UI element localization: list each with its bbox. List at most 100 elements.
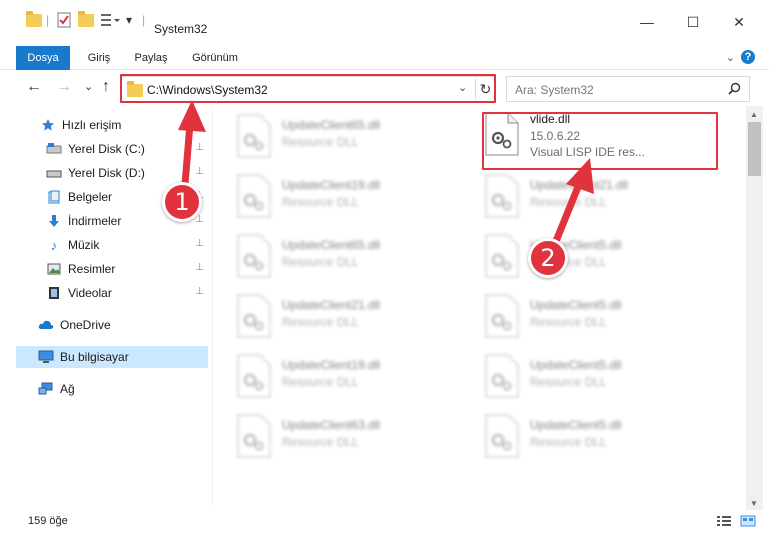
- forward-button[interactable]: →: [56, 78, 72, 96]
- properties-icon[interactable]: [56, 10, 72, 30]
- dll-file-icon: [236, 174, 272, 218]
- file-name: UpdateClient21.dll: [530, 178, 629, 192]
- file-name: UpdateClient5.dll: [530, 358, 622, 372]
- list-item[interactable]: UpdateClient21.dll Resource DLL: [222, 290, 458, 344]
- up-button[interactable]: ↑: [102, 78, 110, 96]
- pane-divider[interactable]: [212, 106, 213, 506]
- search-input[interactable]: Ara: System32: [515, 83, 594, 97]
- computer-icon: [38, 350, 54, 364]
- quick-access-dropdown-icon[interactable]: ▾: [126, 10, 132, 30]
- file-type: Resource DLL: [282, 255, 359, 269]
- sidebar-item-label: OneDrive: [60, 318, 111, 332]
- dll-file-icon: [484, 294, 520, 338]
- file-type: Resource DLL: [282, 375, 359, 389]
- cloud-icon: [38, 318, 54, 332]
- file-highlight-box: [482, 112, 718, 170]
- tab-file[interactable]: Dosya: [16, 46, 70, 70]
- back-button[interactable]: ←: [26, 78, 42, 96]
- sidebar-item-label: Resimler: [68, 262, 116, 276]
- file-name: UpdateClient19.dll: [282, 358, 381, 372]
- title-bar: | ▾ | System32 — ☐ ✕: [0, 0, 769, 40]
- vertical-scrollbar[interactable]: ▲ ▼: [746, 106, 763, 510]
- tab-share[interactable]: Paylaş: [128, 46, 174, 70]
- customize-toolbar-icon[interactable]: [100, 10, 122, 30]
- star-icon: [40, 118, 56, 132]
- scroll-up-icon[interactable]: ▲: [750, 110, 758, 119]
- tab-view[interactable]: Görünüm: [184, 46, 246, 70]
- list-item[interactable]: UpdateClient63.dll Resource DLL: [222, 410, 458, 464]
- file-type: Resource DLL: [530, 315, 607, 329]
- sidebar-item-label: Ağ: [60, 382, 75, 396]
- sidebar-item-pictures[interactable]: Resimler ⊥: [46, 258, 208, 280]
- sidebar-item-label: Yerel Disk (D:): [68, 166, 145, 180]
- documents-icon: [46, 190, 62, 204]
- pin-icon[interactable]: ⊥: [195, 238, 204, 249]
- list-item[interactable]: UpdateClient65.dll Resource DLL: [222, 230, 458, 284]
- scroll-down-icon[interactable]: ▼: [750, 499, 758, 508]
- sidebar-item-this-pc[interactable]: Bu bilgisayar: [16, 346, 208, 368]
- videos-icon: [46, 286, 62, 300]
- sidebar-item-videos[interactable]: Videolar ⊥: [46, 282, 208, 304]
- search-icon: [728, 82, 741, 98]
- file-type: Resource DLL: [282, 435, 359, 449]
- pin-icon[interactable]: ⊥: [195, 166, 204, 177]
- file-name: UpdateClient5.dll: [530, 298, 622, 312]
- tab-home[interactable]: Giriş: [78, 46, 120, 70]
- file-type: Resource DLL: [530, 195, 607, 209]
- list-item[interactable]: UpdateClient5.dll Resource DLL: [470, 290, 706, 344]
- sidebar-item-drive-c[interactable]: Yerel Disk (C:) ⊥: [46, 138, 208, 160]
- file-name: UpdateClient65.dll: [282, 238, 381, 252]
- sidebar-item-music[interactable]: ♪ Müzik ⊥: [46, 234, 208, 256]
- sidebar-item-quick-access[interactable]: Hızlı erişim: [40, 114, 208, 136]
- dll-file-icon: [236, 234, 272, 278]
- file-type: Resource DLL: [530, 375, 607, 389]
- file-name: UpdateClient65.dll: [282, 118, 381, 132]
- sidebar-item-network[interactable]: Ağ: [38, 378, 208, 400]
- help-icon[interactable]: ?: [741, 50, 755, 64]
- pin-icon[interactable]: ⊥: [195, 286, 204, 297]
- file-type: Resource DLL: [282, 315, 359, 329]
- toolbar-separator: |: [46, 13, 50, 27]
- folder-icon: [26, 10, 42, 30]
- list-item[interactable]: UpdateClient5.dll Resource DLL: [470, 230, 706, 284]
- new-folder-icon[interactable]: [78, 10, 94, 30]
- pin-icon[interactable]: ⊥: [195, 142, 204, 153]
- dll-file-icon: [484, 234, 520, 278]
- details-view-icon[interactable]: [716, 515, 732, 527]
- file-type: Resource DLL: [282, 135, 359, 149]
- sidebar-item-label: Yerel Disk (C:): [68, 142, 145, 156]
- navigation-bar: ← → ⌄ ↑ C:\Windows\System32 ⌄ ↻ Ara: Sys…: [0, 72, 769, 104]
- list-item[interactable]: UpdateClient19.dll Resource DLL: [222, 350, 458, 404]
- file-name: UpdateClient21.dll: [282, 298, 381, 312]
- ribbon-collapse-icon[interactable]: ⌄: [726, 51, 735, 64]
- search-box[interactable]: Ara: System32: [506, 76, 750, 102]
- ribbon-tabs: Dosya Giriş Paylaş Görünüm ⌄ ?: [0, 46, 769, 70]
- list-item[interactable]: UpdateClient5.dll Resource DLL: [470, 350, 706, 404]
- dll-file-icon: [236, 294, 272, 338]
- list-item[interactable]: UpdateClient5.dll Resource DLL: [470, 410, 706, 464]
- sidebar-item-label: Bu bilgisayar: [60, 350, 129, 364]
- list-item[interactable]: UpdateClient21.dll Resource DLL: [470, 170, 706, 224]
- minimize-button[interactable]: —: [624, 14, 670, 42]
- sidebar-item-label: Belgeler: [68, 190, 113, 204]
- sidebar-item-onedrive[interactable]: OneDrive: [38, 314, 208, 336]
- item-count: 159 öğe: [28, 515, 68, 527]
- close-button[interactable]: ✕: [716, 14, 762, 42]
- network-icon: [38, 382, 54, 396]
- address-highlight-box: [120, 74, 496, 103]
- dll-file-icon: [236, 114, 272, 158]
- large-icons-view-icon[interactable]: [740, 515, 756, 527]
- dll-file-icon: [484, 414, 520, 458]
- maximize-button[interactable]: ☐: [670, 14, 716, 42]
- sidebar-item-drive-d[interactable]: Yerel Disk (D:) ⊥: [46, 162, 208, 184]
- scroll-thumb[interactable]: [748, 122, 761, 176]
- file-type: Resource DLL: [282, 195, 359, 209]
- list-item[interactable]: UpdateClient65.dll Resource DLL: [222, 110, 458, 164]
- dll-file-icon: [484, 354, 520, 398]
- recent-locations-button[interactable]: ⌄: [84, 80, 93, 93]
- step-2-badge: 2: [528, 238, 568, 278]
- pin-icon[interactable]: ⊥: [195, 262, 204, 273]
- sidebar-item-label: Hızlı erişim: [62, 118, 122, 132]
- list-item[interactable]: UpdateClient19.dll Resource DLL: [222, 170, 458, 224]
- drive-icon: [46, 142, 62, 156]
